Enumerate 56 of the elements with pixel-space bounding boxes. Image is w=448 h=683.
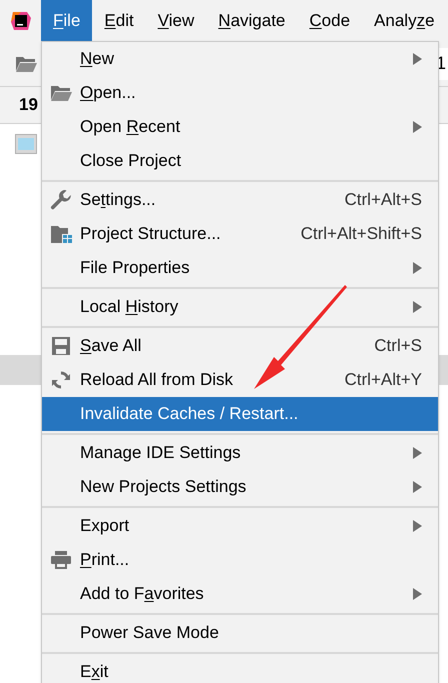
menu-item[interactable]: Export — [42, 509, 438, 543]
menu-item[interactable]: Invalidate Caches / Restart... — [42, 397, 438, 431]
menu-item[interactable]: Print... — [42, 543, 438, 577]
menu-item[interactable]: New — [42, 42, 438, 76]
menu-item[interactable]: Power Save Mode — [42, 616, 438, 650]
menu-item-label: New — [80, 48, 114, 70]
menu-item-label: New Projects Settings — [80, 476, 246, 498]
menu-item-label: Open Recent — [80, 116, 180, 138]
menu-item-label: Project Structure... — [80, 223, 221, 246]
wrench-icon — [50, 189, 72, 211]
menu-bar-item[interactable]: View — [146, 0, 206, 41]
menu-item[interactable]: Exit — [42, 655, 438, 683]
folder-icon — [50, 84, 72, 102]
menu-item-label: Add to Favorites — [80, 583, 204, 606]
menu-item[interactable]: Add to Favorites — [42, 577, 438, 611]
menu-item-label: Save All — [80, 335, 142, 358]
menu-item-label: Invalidate Caches / Restart... — [80, 403, 298, 426]
menu-item-label: Local History — [80, 296, 178, 318]
menu-item-label: Settings... — [80, 189, 156, 212]
row-number: 19 — [19, 94, 38, 116]
menu-item-label: Reload All from Disk — [80, 369, 234, 392]
menu-item-label: Export — [80, 515, 130, 538]
menu-item-label: Close Project — [80, 150, 182, 172]
menu-item[interactable]: Settings... Ctrl+Alt+S — [42, 183, 438, 217]
reload-icon — [51, 370, 71, 390]
menu-bar-item[interactable]: Code — [297, 0, 362, 41]
menu-item[interactable]: Open... — [42, 76, 438, 110]
shortcut-text: Ctrl+Alt+S — [344, 189, 422, 212]
window-icon — [15, 134, 37, 154]
menu-item[interactable]: Local History — [42, 290, 438, 324]
menu-bar-item[interactable]: Edit — [92, 0, 146, 41]
printer-icon — [50, 550, 72, 570]
menu-item-label: Manage IDE Settings — [80, 442, 241, 464]
menu-bar-item[interactable]: Analyze — [362, 0, 447, 41]
shortcut-text: Ctrl+S — [374, 335, 422, 358]
menu-bar-item[interactable]: File — [41, 0, 92, 41]
shortcut-text: Ctrl+Alt+Y — [344, 369, 422, 392]
folder-grid-icon — [50, 224, 72, 244]
menu-item[interactable]: Save All Ctrl+S — [42, 329, 438, 363]
menu-item[interactable]: New Projects Settings — [42, 470, 438, 504]
folder-icon — [15, 54, 37, 72]
shortcut-text: Ctrl+Alt+Shift+S — [300, 223, 422, 246]
menu-bar-item[interactable]: Navigate — [206, 0, 298, 41]
menu-item[interactable]: Manage IDE Settings — [42, 436, 438, 470]
save-icon — [51, 336, 71, 356]
menu-item[interactable]: Close Project — [42, 144, 438, 178]
menu-item-label: Exit — [80, 661, 108, 683]
app-logo-icon — [10, 10, 32, 32]
menu-item-label: Print... — [80, 549, 130, 572]
menu-item-label: File Properties — [80, 257, 190, 280]
menu-item-label: Power Save Mode — [80, 622, 219, 644]
menu-item[interactable]: Reload All from Disk Ctrl+Alt+Y — [42, 363, 438, 397]
menu-item[interactable]: Open Recent — [42, 110, 438, 144]
menu-item-label: Open... — [80, 82, 136, 104]
menu-item[interactable]: File Properties — [42, 251, 438, 285]
menu-item[interactable]: Project Structure... Ctrl+Alt+Shift+S — [42, 217, 438, 251]
